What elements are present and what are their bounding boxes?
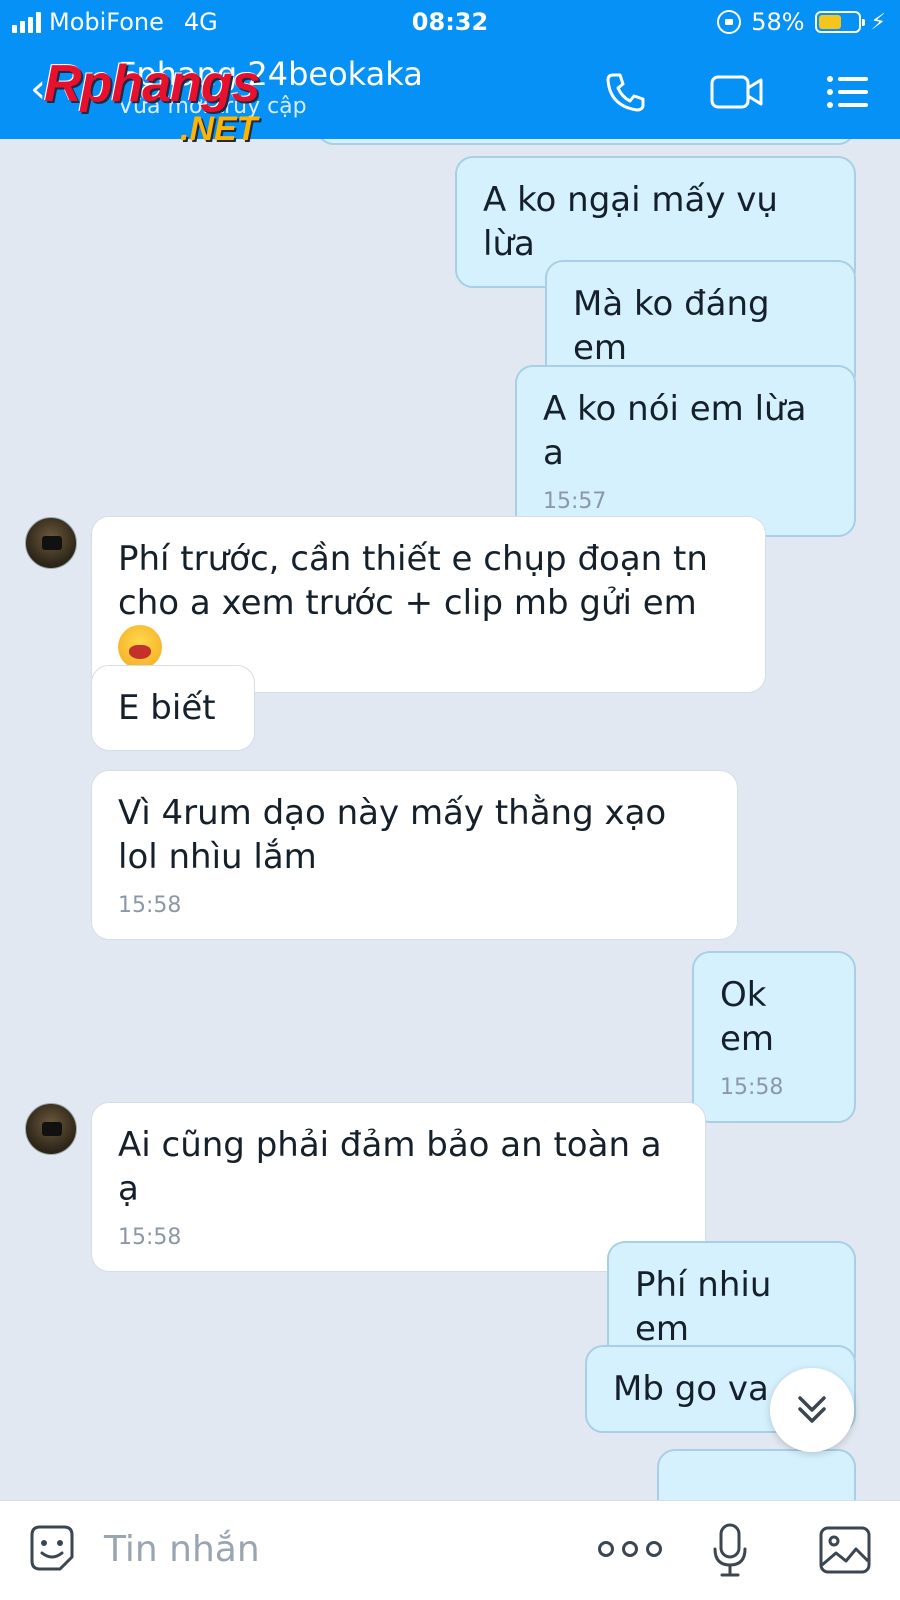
phone-icon[interactable] [604,70,648,114]
image-gallery-icon[interactable] [818,1525,872,1575]
message-text: Mà ko đáng em [573,284,770,368]
message-input[interactable]: Tin nhắn [104,1529,260,1570]
message-timestamp: 15:58 [720,1075,784,1100]
message-text: A ko nói em lừa a [543,389,807,473]
message-timestamp: 15:58 [118,1225,182,1250]
video-camera-icon[interactable] [710,72,764,112]
contact-status: Vừa mới truy cập [118,94,307,119]
message-text: Ai cũng phải đảm bảo an toàn a ạ [118,1125,662,1209]
message-bubble-outgoing[interactable]: Ok em 15:58 [692,951,856,1123]
message-timestamp: 15:57 [543,489,607,514]
message-timestamp: 15:58 [118,893,182,918]
message-text: Vì 4rum dạo này mấy thằng xạo lol nhìu l… [118,793,667,877]
message-text: E biết [118,688,216,728]
message-bubble-incoming[interactable]: Vì 4rum dạo này mấy thằng xạo lol nhìu l… [91,770,738,940]
battery-icon [814,11,865,33]
avatar[interactable] [25,1103,77,1155]
message-bubble-outgoing-partial[interactable] [316,139,856,145]
conversation-header: ‹ Fphang 24beokaka Vừa mới truy cập [0,44,900,139]
message-text: Ok em [720,975,775,1059]
message-bubble-outgoing-partial[interactable] [657,1449,856,1500]
message-text: A ko ngại mấy vụ lừa [483,180,778,264]
message-text: Mb go va [613,1369,769,1409]
message-composer: Tin nhắn [0,1500,900,1600]
chevron-left-icon[interactable]: ‹ [30,66,46,112]
message-text: Phí trước, cần thiết e chụp đoạn tn cho … [118,539,708,623]
contact-name[interactable]: Fphang 24beokaka [118,54,423,94]
message-bubble-incoming[interactable]: E biết [91,665,255,751]
more-dots-icon[interactable] [598,1541,662,1557]
status-bar: MobiFone 4G 08:32 58% ⚡ [0,0,900,44]
message-list[interactable]: A ko ngại mấy vụ lừa Mà ko đáng em A ko … [0,139,900,1500]
microphone-icon[interactable] [712,1523,748,1579]
avatar[interactable] [25,517,77,569]
list-menu-icon[interactable] [826,74,870,110]
message-text: Phí nhiu em [635,1265,772,1349]
sticker-icon[interactable] [26,1523,78,1575]
charging-icon: ⚡ [870,9,886,35]
header-bar: MobiFone 4G 08:32 58% ⚡ ‹ Fphang 24beoka… [0,0,900,148]
laughing-face-emoji-icon [118,625,162,669]
battery-percent: 58% [751,8,805,36]
double-chevron-down-icon [798,1396,826,1423]
scroll-to-bottom-button[interactable] [770,1368,854,1452]
message-bubble-outgoing[interactable]: A ko nói em lừa a 15:57 [515,365,856,537]
rotation-lock-icon [717,10,742,34]
